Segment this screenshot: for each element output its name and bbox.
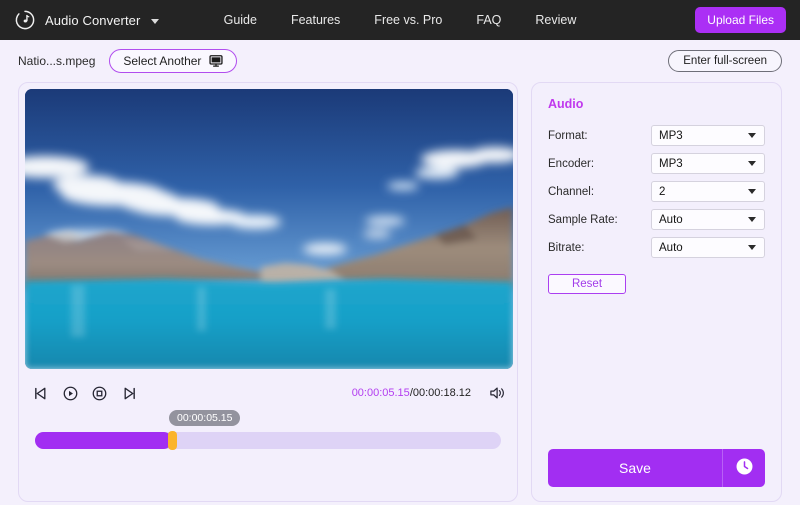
volume-button[interactable] <box>489 385 506 401</box>
select-another-label: Select Another <box>123 54 202 68</box>
chevron-down-icon <box>748 133 756 138</box>
previous-frame-button[interactable] <box>33 385 50 402</box>
chevron-down-icon <box>748 161 756 166</box>
timeline-track[interactable] <box>35 431 501 450</box>
music-note-circle-icon <box>14 9 36 31</box>
field-label-channel: Channel: <box>548 185 595 198</box>
speaker-icon <box>490 387 504 399</box>
nav-link-features[interactable]: Features <box>291 13 340 27</box>
bitrate-select[interactable]: Auto <box>651 237 765 258</box>
brand-name: Audio Converter <box>45 12 141 28</box>
field-label-bitrate: Bitrate: <box>548 241 585 254</box>
timeline: 00:00:05.15 <box>25 410 511 450</box>
field-label-format: Format: <box>548 129 588 142</box>
clock-icon <box>735 457 754 479</box>
save-button[interactable]: Save <box>548 449 722 487</box>
channel-select[interactable]: 2 <box>651 181 765 202</box>
format-select[interactable]: MP3 <box>651 125 765 146</box>
top-navigation-bar: Audio Converter Guide Features Free vs. … <box>0 0 800 40</box>
step-backward-icon <box>35 387 46 399</box>
step-forward-icon <box>124 387 135 399</box>
playback-controls: 00:00:05.15/00:00:18.12 <box>25 378 511 408</box>
video-preview[interactable] <box>25 89 513 369</box>
field-label-encoder: Encoder: <box>548 157 595 170</box>
video-frame-image <box>25 89 513 369</box>
select-another-button[interactable]: Select Another <box>109 49 238 73</box>
brand[interactable]: Audio Converter <box>14 9 160 31</box>
nav-link-review[interactable]: Review <box>535 13 576 27</box>
save-button-group: Save <box>548 449 765 487</box>
timeline-tooltip: 00:00:05.15 <box>169 410 241 426</box>
nav-link-free-vs-pro[interactable]: Free vs. Pro <box>374 13 442 27</box>
bitrate-select-value: Auto <box>659 241 683 254</box>
upload-files-button[interactable]: Upload Files <box>695 7 786 33</box>
chevron-down-icon <box>748 245 756 250</box>
enter-fullscreen-button[interactable]: Enter full-screen <box>668 50 782 72</box>
reset-button[interactable]: Reset <box>548 274 626 294</box>
nav-link-faq[interactable]: FAQ <box>476 13 501 27</box>
encoder-select[interactable]: MP3 <box>651 153 765 174</box>
sample-rate-select-value: Auto <box>659 213 683 226</box>
total-time: 00:00:18.12 <box>412 387 471 399</box>
field-encoder: Encoder: MP3 <box>548 153 765 174</box>
channel-select-value: 2 <box>659 185 666 198</box>
file-toolbar: Natio...s.mpeg Select Another Enter full… <box>0 40 800 82</box>
next-frame-button[interactable] <box>120 385 137 402</box>
monitor-icon <box>209 54 224 68</box>
field-format: Format: MP3 <box>548 125 765 146</box>
sample-rate-select[interactable]: Auto <box>651 209 765 230</box>
field-sample-rate: Sample Rate: Auto <box>548 209 765 230</box>
timeline-handle[interactable] <box>168 431 178 450</box>
encoder-select-value: MP3 <box>659 157 683 170</box>
video-player-card: 00:00:05.15/00:00:18.12 00:00:05.15 <box>18 82 518 502</box>
main-content: 00:00:05.15/00:00:18.12 00:00:05.15 Audi… <box>0 82 800 502</box>
file-name-label: Natio...s.mpeg <box>18 54 96 68</box>
play-button[interactable] <box>62 385 79 402</box>
play-circle-icon <box>63 386 78 400</box>
panel-title: Audio <box>548 97 584 111</box>
current-time: 00:00:05.15 <box>351 387 410 399</box>
nav-links: Guide Features Free vs. Pro FAQ Review <box>224 13 577 27</box>
save-schedule-button[interactable] <box>722 449 765 487</box>
field-bitrate: Bitrate: Auto <box>548 237 765 258</box>
field-label-sample-rate: Sample Rate: <box>548 213 618 226</box>
chevron-down-icon <box>748 217 756 222</box>
nav-link-guide[interactable]: Guide <box>224 13 257 27</box>
time-readout: 00:00:05.15/00:00:18.12 <box>352 387 471 399</box>
chevron-down-icon <box>748 189 756 194</box>
format-select-value: MP3 <box>659 129 683 142</box>
timeline-progress <box>35 432 173 449</box>
field-channel: Channel: 2 <box>548 181 765 202</box>
chevron-down-icon[interactable] <box>151 18 160 24</box>
stop-circle-icon <box>92 386 107 400</box>
stop-button[interactable] <box>91 385 108 402</box>
audio-settings-panel: Audio Format: MP3 Encoder: MP3 Channel: … <box>531 82 782 502</box>
